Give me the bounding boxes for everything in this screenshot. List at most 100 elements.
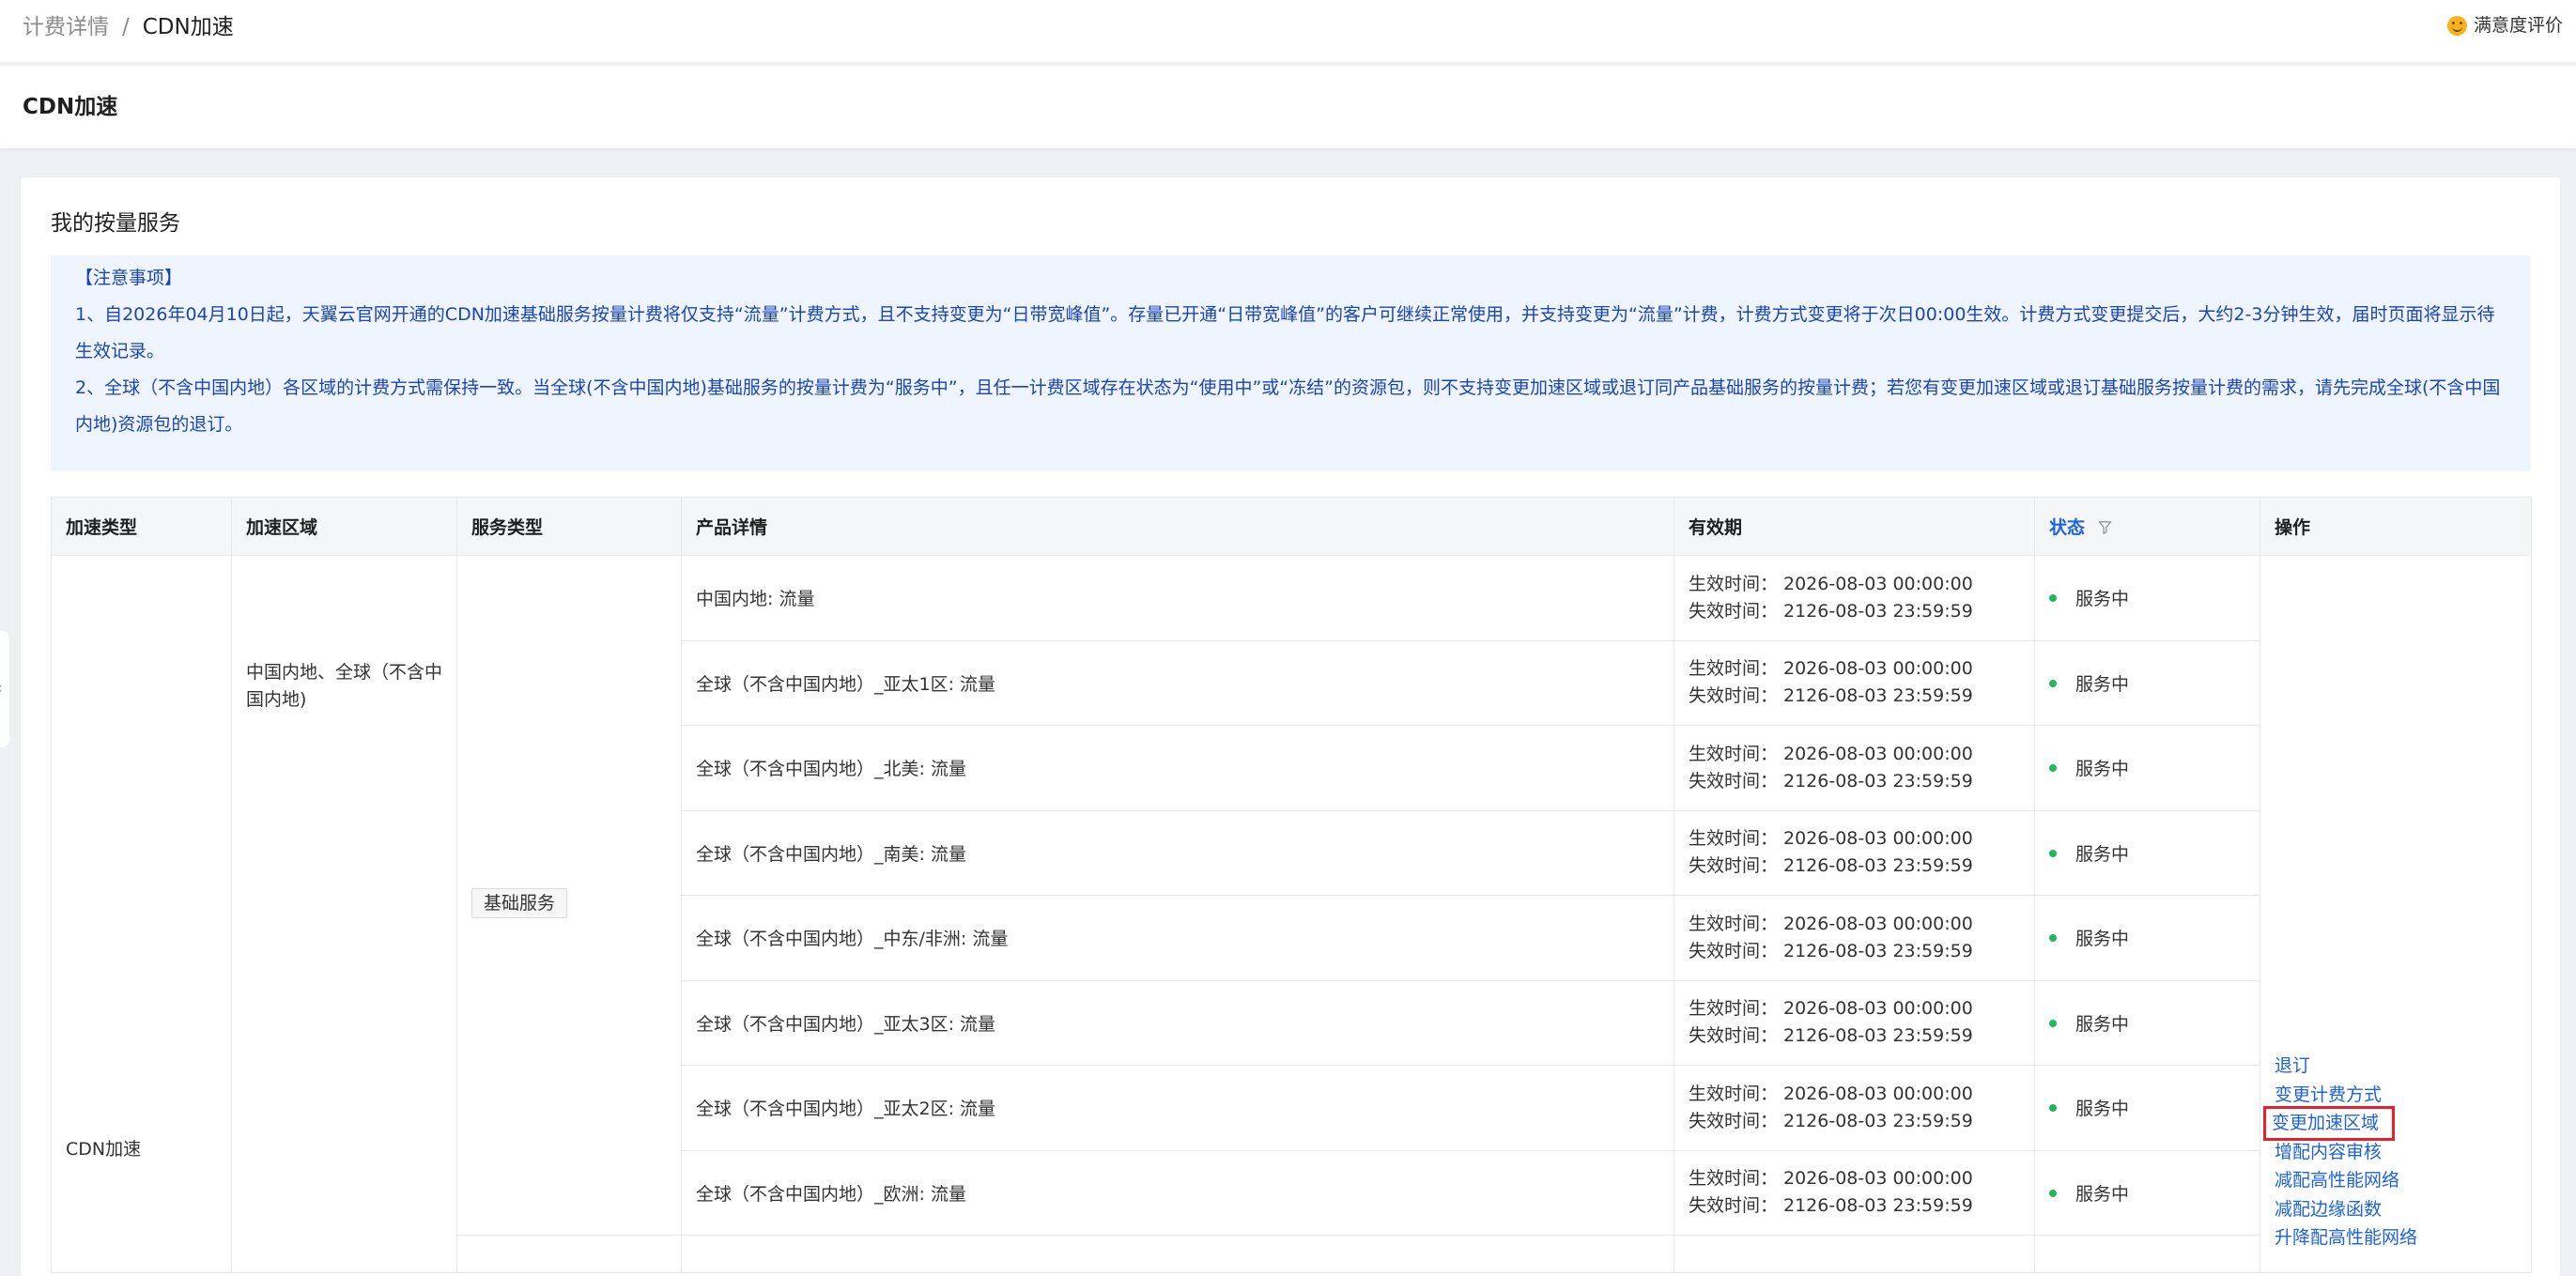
start-label: 生效时间： [1689, 658, 1779, 680]
notice-line-2: 2、全球（不含中国内地）各区域的计费方式需保持一致。当全球(不含中国内地)基础服… [75, 377, 2501, 435]
end-label: 失效时间： [1689, 685, 1779, 707]
action-change-billing[interactable]: 变更计费方式 [2275, 1081, 2531, 1110]
breadcrumb: 计费详情 / CDN加速 [23, 12, 234, 42]
cell-status: 服务中 [2034, 1065, 2260, 1151]
status-dot [2049, 1019, 2057, 1027]
end-time: 2126-08-03 23:59:59 [1783, 940, 1973, 961]
start-label: 生效时间： [1689, 998, 1779, 1020]
cell-status: 服务中 [2034, 1149, 2260, 1236]
feedback-label: 满意度评价 [2473, 15, 2563, 36]
action-unsubscribe[interactable]: 退订 [2275, 1052, 2531, 1081]
billing-table: 加速类型 加速区域 服务类型 产品详情 有效期 状态 操作 CDN加速 中国内地… [51, 497, 2532, 1273]
table-header-row: 加速类型 加速区域 服务类型 产品详情 有效期 状态 操作 [51, 497, 2532, 556]
service-type-tag: 基础服务 [471, 887, 568, 918]
cell-service-type: 基础服务 [456, 555, 682, 1236]
cell-validity: 生效时间： 2026-08-03 00:00:00 失效时间： 2126-08-03 … [1674, 1149, 2035, 1236]
start-time: 2026-08-03 00:00:00 [1783, 1083, 1973, 1104]
status-dot [2049, 594, 2057, 603]
cell-product: 全球（不含中国内地）_亚太3区: 流量 [681, 979, 1674, 1066]
status-dot [2049, 849, 2057, 857]
cell-product: 全球（不含中国内地）_欧洲: 流量 [681, 1149, 1674, 1236]
status-text: 服务中 [2075, 1013, 2130, 1035]
start-time: 2026-08-03 00:00:00 [1783, 573, 1973, 594]
end-time: 2126-08-03 23:59:59 [1783, 1110, 1973, 1131]
table-row: CDN加速 中国内地、全球（不含中国内地) 基础服务 中国内地: 流量 生效时间… [51, 555, 2532, 1273]
cell-status: 服务中 [2034, 555, 2260, 641]
status-text: 服务中 [2075, 673, 2130, 695]
start-label: 生效时间： [1689, 1168, 1779, 1190]
header-service-type: 服务类型 [456, 497, 682, 556]
notice-line-1: 1、自2026年04月10日起，天翼云官网开通的CDN加速基础服务按量计费将仅支… [75, 304, 2495, 361]
status-dot [2049, 1104, 2057, 1113]
start-time: 2026-08-03 00:00:00 [1783, 828, 1973, 850]
cell-status: 服务中 [2034, 895, 2260, 981]
cell-product: 中国内地: 流量 [681, 555, 1674, 641]
breadcrumb-separator: / [122, 15, 130, 39]
header-status[interactable]: 状态 [2034, 497, 2260, 556]
status-text: 服务中 [2075, 929, 2130, 950]
start-label: 生效时间： [1689, 913, 1779, 934]
cell-validity: 生效时间： 2026-08-03 00:00:00 失效时间： 2126-08-03… [1674, 555, 2035, 641]
notice-heading: 【注意事项】 [75, 268, 183, 288]
header-actions: 操作 [2260, 497, 2532, 556]
action-adjust-high-perf-network[interactable]: 升降配高性能网络 [2275, 1223, 2531, 1253]
end-label: 失效时间： [1689, 855, 1779, 877]
chevron-left-icon: ‹ [0, 680, 2, 697]
start-time: 2026-08-03 00:00:00 [1783, 658, 1973, 680]
cell-product: 全球（不含中国内地）_南美: 流量 [681, 809, 1674, 896]
status-dot [2049, 764, 2057, 773]
top-bar: 计费详情 / CDN加速 满意度评价 [0, 0, 2576, 62]
cell-service-type [456, 1235, 682, 1273]
start-label: 生效时间： [1689, 743, 1779, 764]
cell-validity: 生效时间： 2026-08-03 00:00:00 失效时间： 2126-08-03 … [1674, 895, 2035, 981]
action-reduce-edge-function[interactable]: 减配边缘函数 [2275, 1195, 2531, 1224]
end-time: 2126-08-03 23:59:59 [1783, 855, 1973, 877]
start-time: 2026-08-03 00:00:00 [1783, 1168, 1973, 1190]
cell-validity: 生效时间： 2026-08-03 00:00:00 失效时间： 2126-08-03 … [1674, 809, 2035, 896]
status-text: 服务中 [2075, 759, 2130, 780]
end-label: 失效时间： [1689, 940, 1779, 961]
status-dot [2049, 679, 2057, 687]
filter-icon[interactable] [2098, 520, 2112, 534]
cell-accel-region: 中国内地、全球（不含中国内地) [231, 555, 457, 1273]
end-label: 失效时间： [1689, 600, 1779, 622]
start-label: 生效时间： [1689, 1083, 1779, 1104]
cell-status: 服务中 [2034, 979, 2260, 1066]
start-time: 2026-08-03 00:00:00 [1783, 913, 1973, 934]
cell-status: 服务中 [2034, 725, 2260, 811]
breadcrumb-current: CDN加速 [142, 15, 234, 39]
content-card: 我的按量服务 【注意事项】 1、自2026年04月10日起，天翼云官网开通的CD… [21, 177, 2560, 1276]
cell-product: 全球（不含中国内地）_北美: 流量 [681, 725, 1674, 811]
action-change-region[interactable]: 变更加速区域 [2262, 1106, 2396, 1141]
cell-validity: 生效时间： 2026-08-03 00:00:00 失效时间： 2126-08-03 … [1674, 1065, 2035, 1151]
title-bar: CDN加速 [0, 66, 2576, 148]
start-time: 2026-08-03 00:00:00 [1783, 998, 1973, 1020]
cell-accel-type: CDN加速 [51, 555, 232, 1273]
sidebar-collapse-toggle[interactable]: ‹ [0, 631, 9, 747]
breadcrumb-parent[interactable]: 计费详情 [23, 15, 109, 39]
end-time: 2126-08-03 23:59:59 [1783, 1025, 1973, 1047]
header-accel-region: 加速区域 [231, 497, 457, 556]
action-reduce-high-perf-network[interactable]: 减配高性能网络 [2275, 1166, 2531, 1195]
end-time: 2126-08-03 23:59:59 [1783, 1195, 1973, 1217]
end-time: 2126-08-03 23:59:59 [1783, 770, 1973, 792]
cell-product [681, 1235, 1674, 1273]
end-label: 失效时间： [1689, 1025, 1779, 1047]
cell-product: 全球（不含中国内地）_亚太2区: 流量 [681, 1065, 1674, 1151]
cell-validity: 生效时间： 2026-08-03 00:00:00 失效时间： 2126-08-03 … [1674, 979, 2035, 1066]
cell-status [2034, 1235, 2260, 1273]
action-add-content-review[interactable]: 增配内容审核 [2275, 1138, 2531, 1167]
status-dot [2049, 934, 2057, 943]
cell-validity [1674, 1235, 2035, 1273]
status-text: 服务中 [2075, 589, 2130, 610]
cell-status: 服务中 [2034, 809, 2260, 896]
cell-status: 服务中 [2034, 639, 2260, 726]
page-title: CDN加速 [23, 95, 118, 119]
start-time: 2026-08-03 00:00:00 [1783, 743, 1973, 764]
cell-validity: 生效时间： 2026-08-03 00:00:00 失效时间： 2126-08-03 … [1674, 725, 2035, 811]
cell-product: 全球（不含中国内地）_亚太1区: 流量 [681, 639, 1674, 726]
notice-box: 【注意事项】 1、自2026年04月10日起，天翼云官网开通的CDN加速基础服务… [51, 255, 2530, 471]
header-status-label: 状态 [2049, 517, 2086, 538]
feedback-button[interactable]: 满意度评价 [2446, 11, 2563, 39]
end-label: 失效时间： [1689, 770, 1779, 792]
